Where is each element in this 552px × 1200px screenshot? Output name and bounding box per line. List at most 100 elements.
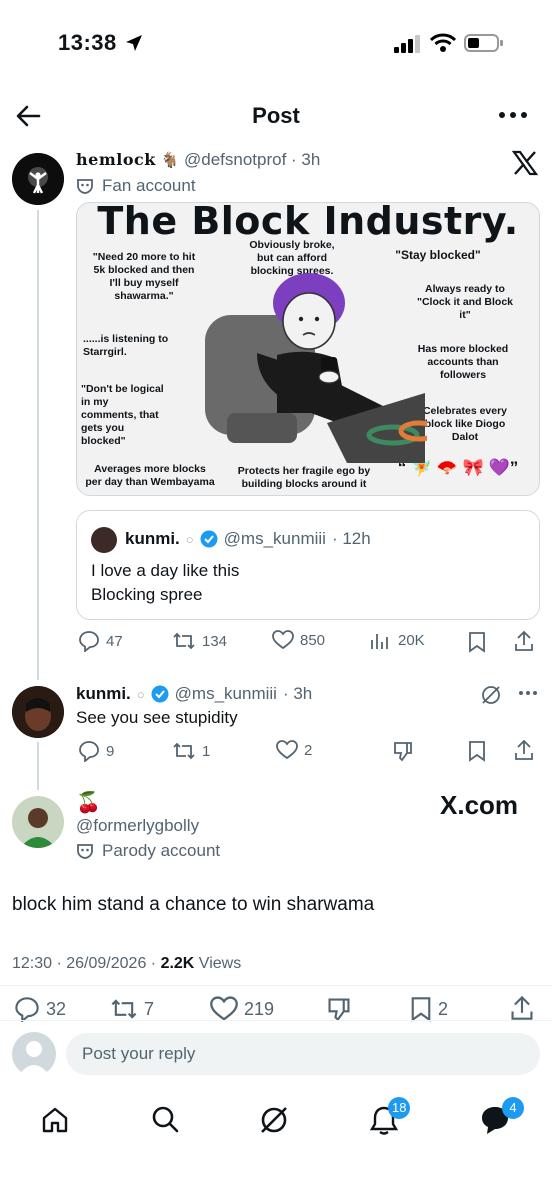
like-button[interactable]: 850 <box>272 630 325 650</box>
post1-header: hemlock 🐐 @defsnotprof · 3h <box>76 150 320 170</box>
messages-badge: 4 <box>502 1097 524 1119</box>
ring-emoji-icon: ○ <box>185 531 194 547</box>
thread-line-2 <box>37 742 39 790</box>
meme-label-stay: "Stay blocked" <box>395 248 481 262</box>
ring-emoji-icon-2: ○ <box>136 686 145 702</box>
reply-placeholder: Post your reply <box>82 1044 196 1063</box>
heart-icon <box>272 630 294 650</box>
post-meta: 12:30 · 26/09/2026 · 2.2K Views <box>12 955 241 973</box>
grok-tab-icon[interactable] <box>258 1104 290 1136</box>
post2-share-icon[interactable] <box>514 739 534 761</box>
repost-icon <box>172 630 196 652</box>
location-arrow-icon <box>124 33 144 53</box>
bookmark-icon[interactable] <box>468 631 486 653</box>
main-reply-button[interactable]: 32 <box>14 996 66 1022</box>
views-total: 2.2K <box>160 955 195 972</box>
repost-button[interactable]: 134 <box>172 630 227 652</box>
main-bookmark-count: 2 <box>438 998 449 1019</box>
main-dislike-icon[interactable] <box>326 996 352 1022</box>
meme-illustration <box>205 273 427 463</box>
main-author-name[interactable]: 🍒 <box>76 790 101 815</box>
avatar-formerlygbolly[interactable] <box>12 796 64 848</box>
views-count: 20K <box>398 631 425 649</box>
meme-image[interactable]: The Block Industry. "Need 20 more to hit… <box>76 202 540 496</box>
post2-reply-button[interactable]: 9 <box>78 740 114 762</box>
verified-badge-icon-2 <box>151 685 169 703</box>
main-like-count: 219 <box>244 998 275 1019</box>
main-like-button[interactable]: 219 <box>210 996 274 1022</box>
mask-icon-2 <box>76 842 94 860</box>
reply-input[interactable]: Post your reply <box>66 1033 540 1075</box>
post-timestamp: 12:30 · 26/09/2026 · <box>12 955 161 972</box>
repost-count: 134 <box>202 632 228 650</box>
parody-account-label: Parody account <box>102 841 221 860</box>
post2-like-button[interactable]: 2 <box>276 740 312 760</box>
author-handle[interactable]: @defsnotprof <box>184 150 286 169</box>
meme-label-starrgirl: ......is listening to Starrgirl. <box>83 333 169 358</box>
avatar-kunmi[interactable] <box>12 686 64 738</box>
fan-account-label: Fan account <box>102 176 196 195</box>
post2-author-name[interactable]: kunmi. <box>76 684 131 704</box>
post2-header: kunmi. ○ @ms_kunmiii · 3h <box>76 684 312 704</box>
quoted-post[interactable]: kunmi. ○ @ms_kunmiii · 12h I love a day … <box>76 510 540 620</box>
like-count: 850 <box>300 631 326 649</box>
views-chart-icon <box>370 630 392 650</box>
main-handle[interactable]: @formerlygbolly <box>76 816 199 836</box>
main-heart-icon <box>210 996 238 1022</box>
main-share-icon[interactable] <box>510 995 534 1021</box>
post2-more-icon[interactable] <box>518 690 538 696</box>
main-repost-icon <box>110 996 138 1022</box>
divider-2 <box>0 1020 552 1021</box>
post2-like-count: 2 <box>304 741 313 759</box>
home-icon[interactable] <box>40 1105 70 1135</box>
main-bookmark-button[interactable]: 2 <box>410 996 448 1022</box>
meme-label-more-blocked: Has more blocked accounts than followers <box>417 343 509 381</box>
quote-header: kunmi. ○ @ms_kunmiii · 12h <box>125 529 371 549</box>
meme-label-clock: Always ready to "Clock it and Block it" <box>417 283 513 321</box>
reply-count: 47 <box>106 632 123 650</box>
page-title: Post <box>252 103 300 128</box>
search-icon[interactable] <box>150 1104 180 1134</box>
main-reply-icon <box>14 996 40 1022</box>
my-avatar[interactable] <box>12 1032 56 1076</box>
quote-author-name: kunmi. <box>125 529 180 548</box>
divider <box>0 985 552 986</box>
post2-repost-button[interactable]: 1 <box>172 740 210 762</box>
views-button[interactable]: 20K <box>370 630 425 650</box>
account-label-row: Fan account <box>76 176 196 196</box>
meme-label-averages: Averages more blocks per day than Wembay… <box>85 463 215 488</box>
meme-title: The Block Industry. <box>97 202 519 243</box>
notifications-badge: 18 <box>388 1097 411 1119</box>
quote-avatar <box>91 527 117 553</box>
reply-button[interactable]: 47 <box>78 630 123 652</box>
main-reply-count: 32 <box>46 998 67 1019</box>
more-options-icon[interactable] <box>498 110 528 120</box>
verified-badge-icon <box>200 530 218 548</box>
cellular-signal-icon <box>394 35 422 53</box>
thread-line <box>37 210 39 680</box>
wifi-icon <box>430 33 456 53</box>
views-label: Views <box>194 955 242 972</box>
mask-icon <box>76 177 94 195</box>
quote-handle: @ms_kunmiii <box>223 529 326 548</box>
reply-icon <box>78 630 100 652</box>
main-post-text: block him stand a chance to win sharwama <box>12 894 375 915</box>
avatar-hemlock[interactable] <box>12 153 64 205</box>
x-com-watermark: X.com <box>440 790 519 820</box>
author-name[interactable]: hemlock <box>76 150 156 169</box>
dislike-icon[interactable] <box>392 740 414 762</box>
quote-line1: I love a day like this <box>91 561 240 580</box>
heart-icon-2 <box>276 740 298 760</box>
post2-repost-count: 1 <box>202 742 211 760</box>
post2-bookmark-icon[interactable] <box>468 740 486 762</box>
meme-label-celebrates: Celebrates every block like Diogo Dalot <box>422 405 508 443</box>
status-time: 13:38 <box>58 30 117 55</box>
main-bookmark-icon <box>410 996 432 1022</box>
share-icon[interactable] <box>514 630 534 652</box>
post2-reply-count: 9 <box>106 742 115 760</box>
reply-icon-2 <box>78 740 100 762</box>
grok-icon[interactable] <box>480 684 502 706</box>
post2-handle[interactable]: @ms_kunmiii <box>175 684 277 704</box>
main-repost-button[interactable]: 7 <box>110 996 154 1022</box>
parody-label-row: Parody account <box>76 841 220 861</box>
